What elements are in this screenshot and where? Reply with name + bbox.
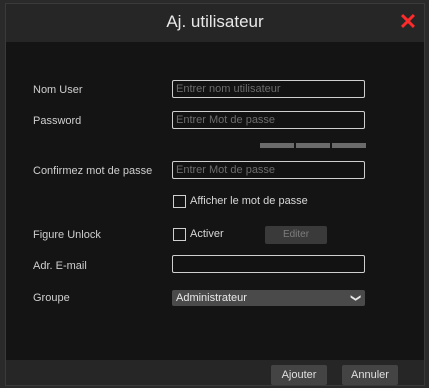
figure-unlock-checkbox[interactable] xyxy=(173,228,186,241)
password-strength-bar-2 xyxy=(296,143,330,148)
add-user-dialog: Aj. utilisateur ✕ Nom User Password Conf… xyxy=(5,3,425,386)
group-select[interactable]: Administrateur ❯ xyxy=(172,290,365,306)
email-label: Adr. E-mail xyxy=(33,260,87,272)
edit-button[interactable]: Editer xyxy=(265,226,327,244)
email-input[interactable] xyxy=(172,255,365,273)
show-password-label: Afficher le mot de passe xyxy=(190,195,308,207)
confirm-password-label: Confirmez mot de passe xyxy=(33,165,153,177)
footer: Ajouter Annuler xyxy=(6,360,424,385)
password-strength-bar-1 xyxy=(260,143,294,148)
add-button[interactable]: Ajouter xyxy=(271,365,327,385)
dialog-title: Aj. utilisateur xyxy=(166,12,264,31)
show-password-checkbox[interactable] xyxy=(173,195,186,208)
password-input[interactable] xyxy=(172,111,365,129)
close-icon[interactable]: ✕ xyxy=(397,11,419,33)
group-label: Groupe xyxy=(33,292,70,304)
group-selected-value: Administrateur xyxy=(176,292,247,304)
cancel-button[interactable]: Annuler xyxy=(342,365,398,385)
chevron-down-icon: ❯ xyxy=(349,293,361,303)
password-strength-bar-3 xyxy=(332,143,366,148)
username-input[interactable] xyxy=(172,80,365,98)
activate-label: Activer xyxy=(190,228,224,240)
titlebar: Aj. utilisateur ✕ xyxy=(6,4,424,42)
confirm-password-input[interactable] xyxy=(172,161,365,179)
password-label: Password xyxy=(33,115,82,127)
figure-unlock-label: Figure Unlock xyxy=(33,229,101,241)
username-label: Nom User xyxy=(33,84,83,96)
